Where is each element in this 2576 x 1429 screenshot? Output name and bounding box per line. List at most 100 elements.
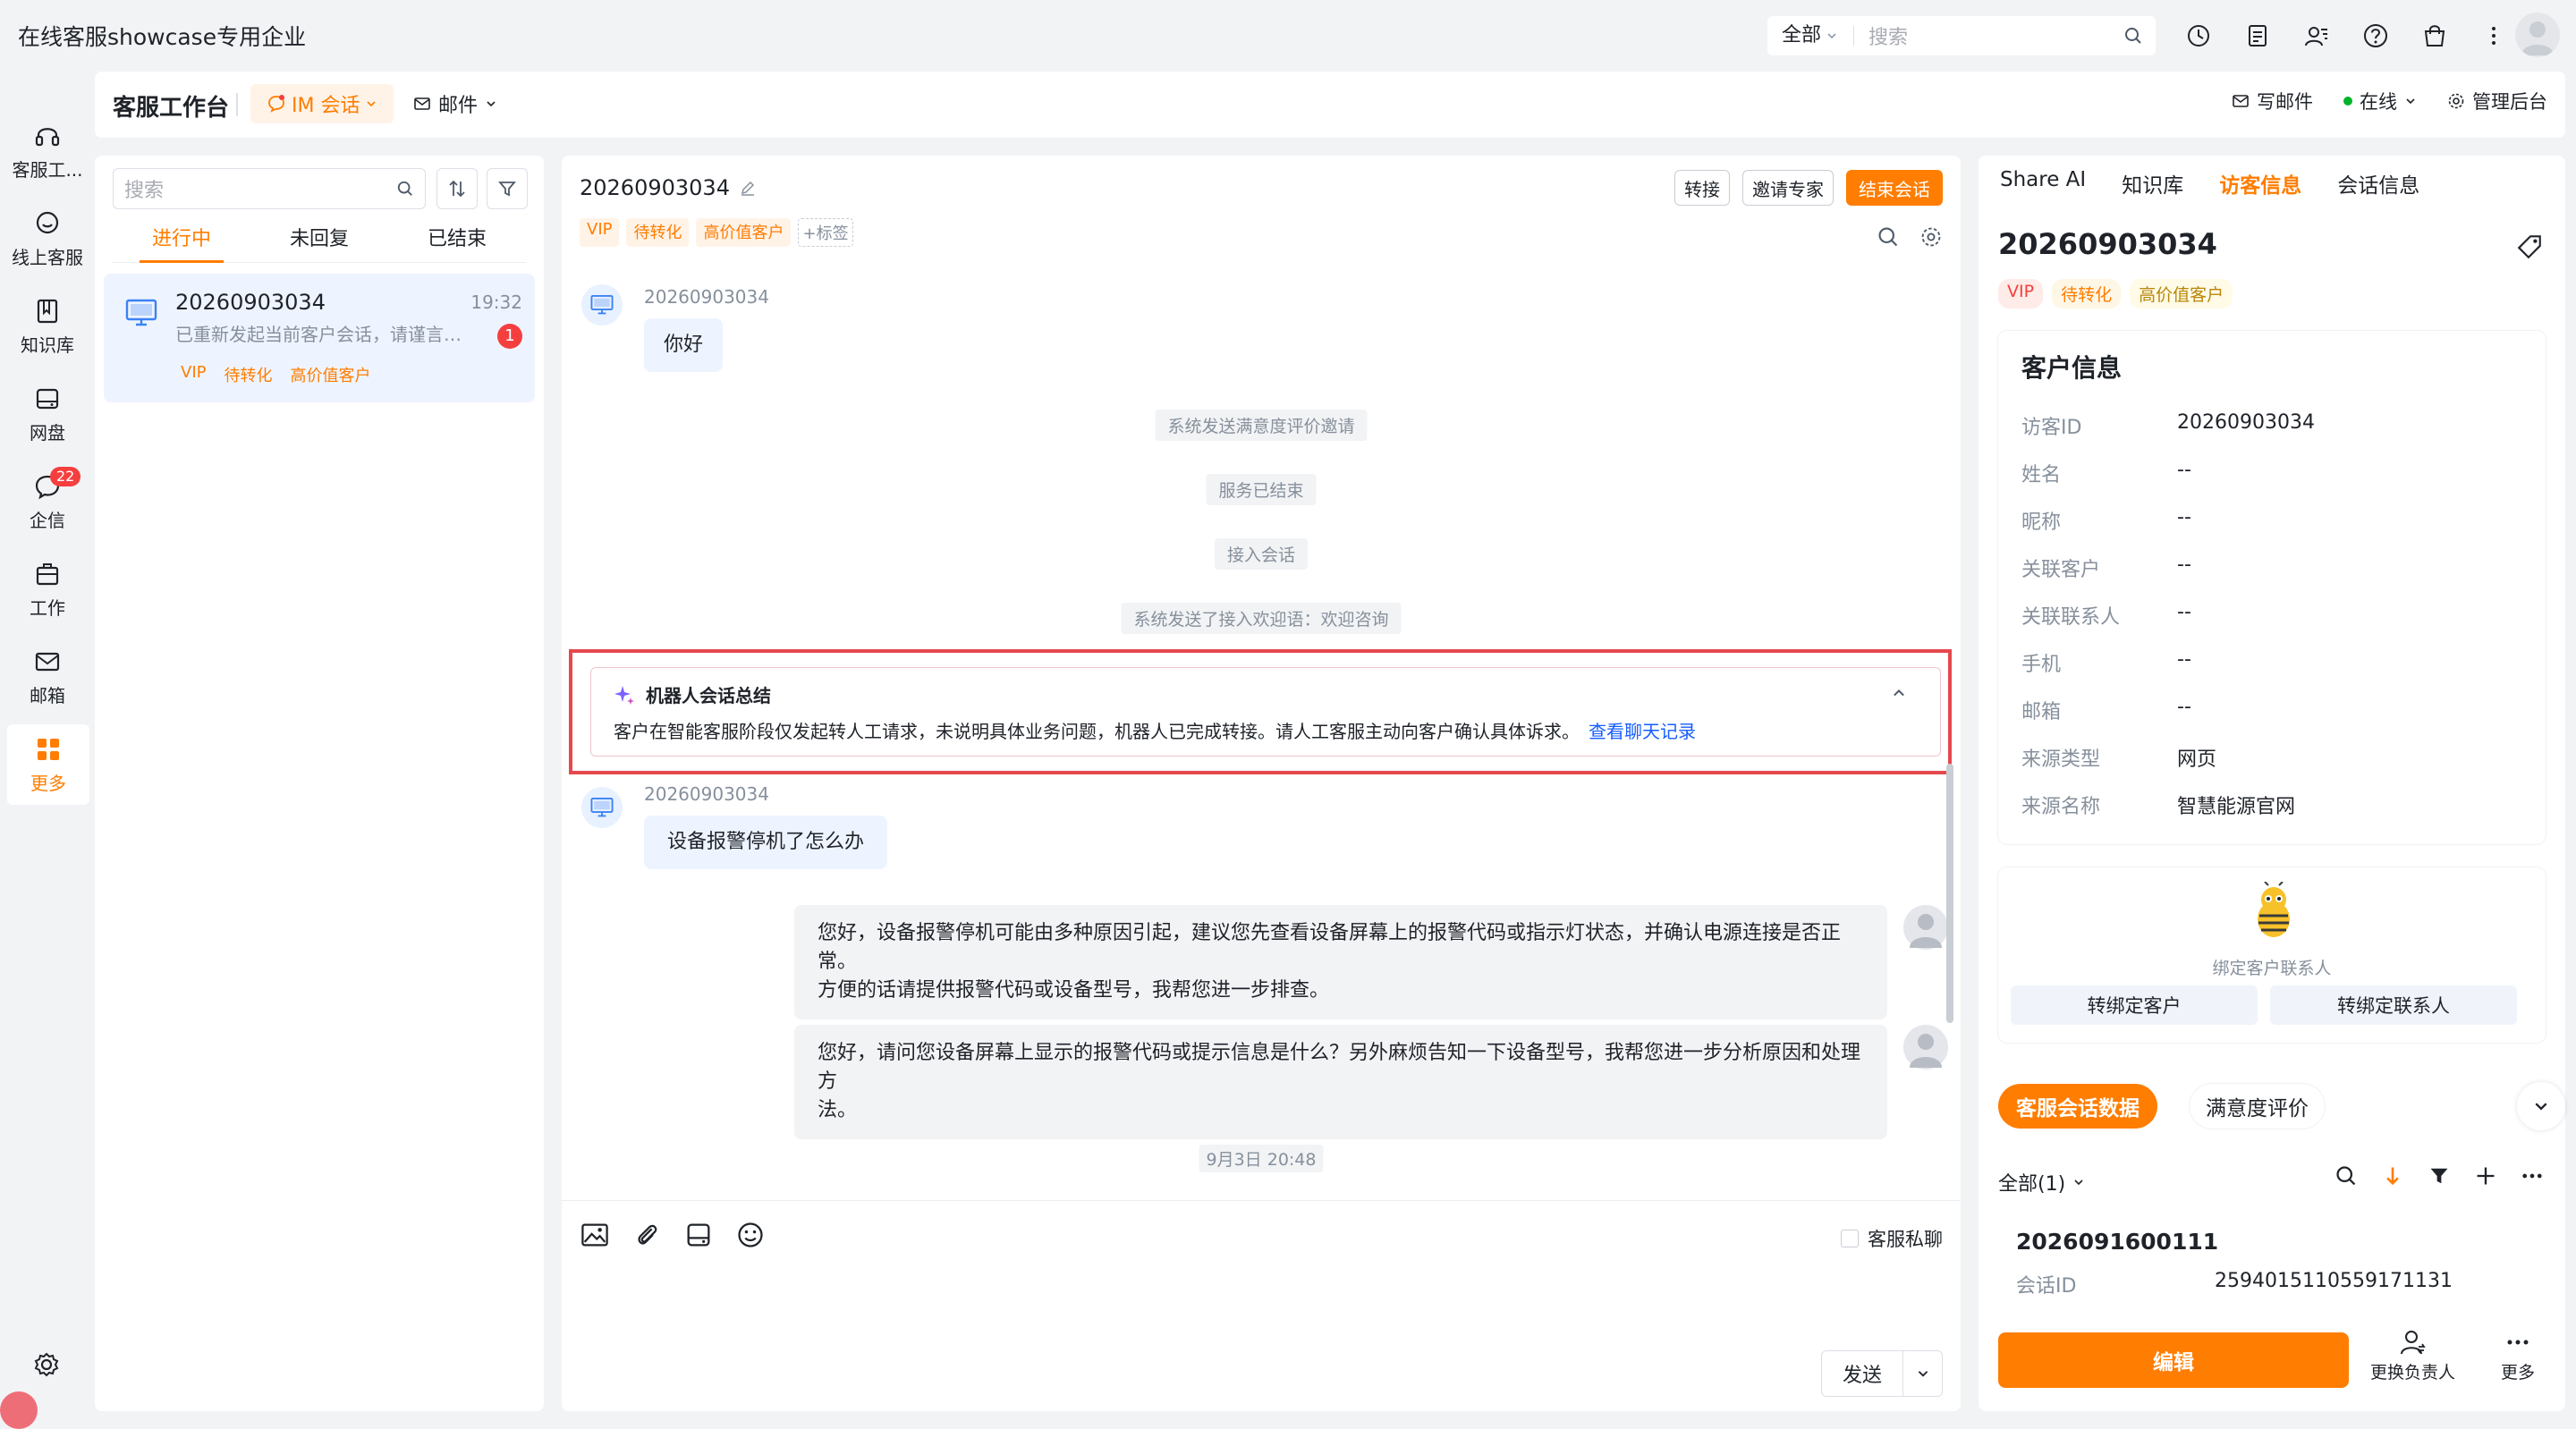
edit-button[interactable]: 编辑 <box>1998 1332 2349 1388</box>
page-title: 客服工作台 <box>113 95 230 122</box>
tab-share-ai[interactable]: Share AI <box>2000 168 2086 199</box>
nav-item-online-service[interactable]: 线上客服 <box>0 199 95 279</box>
disk-icon[interactable] <box>683 1220 714 1250</box>
nav-item-netdisk[interactable]: 网盘 <box>0 374 95 454</box>
chat-scrollbar[interactable] <box>1946 764 1953 1023</box>
send-options-dropdown[interactable] <box>1902 1351 1942 1396</box>
bind-contact-hint: 绑定客户联系人 <box>2212 959 2332 978</box>
tab-mail[interactable]: 邮件 <box>413 84 497 123</box>
top-icon-group <box>2182 20 2510 52</box>
change-owner-button[interactable]: 更换负责人 <box>2370 1329 2455 1383</box>
header-actions: 写邮件 在线 管理后台 <box>2232 88 2547 114</box>
settings-icon[interactable] <box>1919 225 1943 249</box>
grid-icon <box>38 738 59 760</box>
nav-item-work[interactable]: 工作 <box>0 549 95 630</box>
write-mail-button[interactable]: 写邮件 <box>2232 88 2313 114</box>
tab-visitor-info[interactable]: 访客信息 <box>2219 168 2301 199</box>
private-chat-checkbox[interactable] <box>1841 1230 1859 1247</box>
chevron-up-icon[interactable] <box>1891 685 1907 701</box>
tab-ended[interactable]: 已结束 <box>388 220 526 262</box>
status-label: 在线 <box>2360 91 2397 113</box>
info-value: -- <box>2177 554 2191 576</box>
admin-console-link[interactable]: 管理后台 <box>2447 88 2547 114</box>
sort-button[interactable] <box>436 168 478 209</box>
tab-session-info[interactable]: 会话信息 <box>2337 168 2419 199</box>
expand-button[interactable] <box>2517 1082 2565 1130</box>
conversation-list-panel: 搜索 进行中 未回复 已结束 20260903034 19:32 已重新发起当前… <box>95 156 544 1411</box>
disk-icon <box>36 388 59 409</box>
filter-icon[interactable] <box>2428 1164 2451 1188</box>
gear-icon <box>2448 93 2464 109</box>
tab-satisfaction[interactable]: 满意度评价 <box>2190 1084 2325 1129</box>
online-status-select[interactable]: 在线 <box>2343 88 2417 114</box>
filter-all-select[interactable]: 全部(1) <box>1998 1168 2085 1196</box>
system-message: 系统发送了接入欢迎语：欢迎咨询 <box>1121 603 1402 634</box>
agent-avatar <box>1903 1025 1948 1070</box>
conversation-item[interactable]: 20260903034 19:32 已重新发起当前客户会话，请谨言慎行 1 VI… <box>104 274 535 402</box>
more-vertical-icon[interactable] <box>2478 20 2510 52</box>
tag: 待转化 <box>224 367 273 385</box>
edit-pencil-icon[interactable] <box>739 179 757 197</box>
im-chat-icon <box>268 95 284 113</box>
info-label: 邮箱 <box>2021 701 2062 723</box>
tab-in-progress[interactable]: 进行中 <box>113 220 250 263</box>
session-id-label: 会话ID <box>2016 1275 2077 1298</box>
attachment-icon[interactable] <box>631 1220 662 1250</box>
tag: 待转化 <box>626 218 690 247</box>
help-icon[interactable] <box>2360 20 2392 52</box>
session-record-id: 2026091600111 <box>2016 1229 2219 1255</box>
nav-item-more[interactable]: 更多 <box>7 724 89 805</box>
search-icon[interactable] <box>2334 1164 2358 1188</box>
more-horizontal-icon[interactable] <box>2521 1164 2544 1188</box>
send-button[interactable]: 发送 <box>1821 1350 1943 1397</box>
more-button[interactable]: 更多 <box>2501 1329 2535 1383</box>
info-row: 访客ID 20260903034 <box>2021 411 2315 440</box>
session-tools <box>2334 1164 2544 1188</box>
settings-icon[interactable] <box>32 1350 61 1379</box>
conversation-search-input[interactable]: 搜索 <box>113 168 426 209</box>
nav-label: 更多 <box>30 772 66 794</box>
filter-button[interactable] <box>487 168 528 209</box>
tab-service-data[interactable]: 客服会话数据 <box>1998 1084 2157 1129</box>
add-tag-button[interactable]: +标签 <box>798 218 853 247</box>
chevron-down-icon <box>487 101 496 107</box>
nav-item-messages[interactable]: 企信 22 <box>0 461 95 542</box>
tab-knowledge[interactable]: 知识库 <box>2122 168 2183 199</box>
tab-im-session[interactable]: IM 会话 <box>250 84 394 123</box>
private-chat-toggle[interactable]: 客服私聊 <box>1841 1225 1943 1252</box>
filter-icon <box>498 182 516 197</box>
user-avatar[interactable] <box>2515 13 2560 57</box>
tab-unreplied[interactable]: 未回复 <box>250 220 388 262</box>
sparkle-ai-icon <box>614 685 634 705</box>
conversation-tabs: 进行中 未回复 已结束 <box>113 220 526 263</box>
shop-bag-icon[interactable] <box>2419 20 2451 52</box>
contacts-icon[interactable] <box>2301 20 2333 52</box>
plus-icon[interactable] <box>2474 1164 2497 1188</box>
search-input[interactable]: 搜索 <box>1854 21 2123 50</box>
global-search[interactable]: 全部 搜索 <box>1767 16 2156 55</box>
nav-item-workbench[interactable]: 客服工... <box>0 111 95 191</box>
info-label: 姓名 <box>2021 464 2062 486</box>
image-icon[interactable] <box>580 1220 610 1250</box>
bind-contact-button[interactable]: 转绑定联系人 <box>2270 985 2517 1025</box>
notes-icon[interactable] <box>2241 20 2274 52</box>
emoji-icon[interactable] <box>735 1220 766 1250</box>
end-session-button[interactable]: 结束会话 <box>1846 170 1943 206</box>
search-icon[interactable] <box>2123 26 2143 46</box>
session-id-value: 2594015110559171131 <box>2215 1270 2453 1292</box>
nav-label: 知识库 <box>21 334 74 356</box>
robot-summary-text: 客户在智能客服阶段仅发起转人工请求，未说明具体业务问题，机器人已完成转接。请人工… <box>614 717 1696 743</box>
search-scope-select[interactable]: 全部 <box>1767 26 1855 46</box>
history-icon[interactable] <box>2182 20 2215 52</box>
sort-down-icon[interactable] <box>2381 1164 2404 1188</box>
tag-icon[interactable] <box>2515 233 2544 261</box>
nav-item-knowledge[interactable]: 知识库 <box>0 286 95 367</box>
customer-info-title: 客户信息 <box>2021 353 2123 383</box>
view-chat-history-link[interactable]: 查看聊天记录 <box>1589 721 1696 742</box>
visitor-id-heading: 20260903034 <box>1998 227 2217 261</box>
transfer-button[interactable]: 转接 <box>1674 170 1730 206</box>
bind-customer-button[interactable]: 转绑定客户 <box>2011 985 2258 1025</box>
search-icon[interactable] <box>1877 225 1900 249</box>
nav-item-mailbox[interactable]: 邮箱 <box>0 637 95 717</box>
invite-expert-button[interactable]: 邀请专家 <box>1742 170 1834 206</box>
